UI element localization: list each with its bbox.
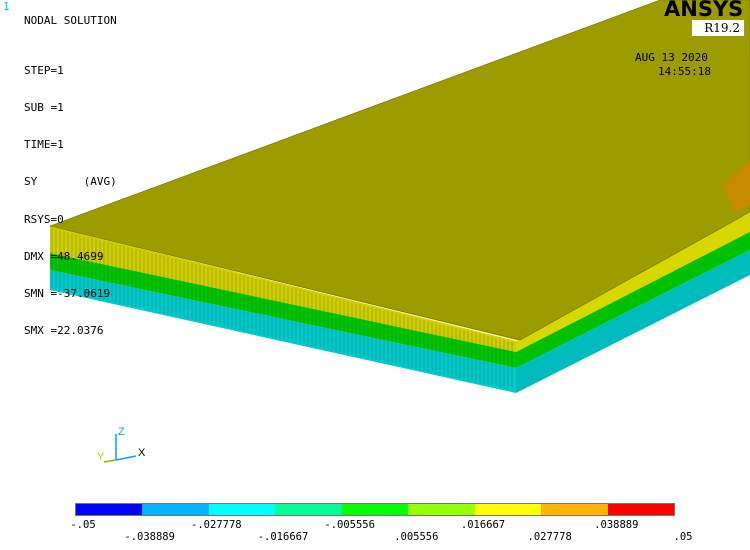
legend-color-segment (142, 504, 209, 515)
legend-color-segment (341, 504, 409, 515)
legend-color-segment (474, 504, 542, 515)
legend-tick-label: .05 (673, 531, 693, 543)
time-label: 14:55:18 (658, 65, 711, 78)
solution-info: STEP=1 SUB =1 TIME=1 SY (AVG) RSYS=0 DMX… (24, 40, 117, 363)
legend-color-segment (275, 504, 342, 515)
legend-color-segment (208, 504, 276, 515)
contour-legend-bar (75, 503, 675, 516)
legend-color-segment (607, 504, 674, 515)
legend-tick-label: -.027778 (191, 519, 242, 531)
legend-tick-label: .027778 (527, 531, 572, 543)
info-line: SY (AVG) (24, 175, 117, 189)
triad-y-label: Y (97, 451, 105, 463)
info-line: DMX =48.4699 (24, 249, 104, 263)
info-line: SMX =22.0376 (24, 324, 104, 338)
info-line: TIME=1 (24, 138, 64, 152)
info-line: SMN =-37.0619 (24, 287, 111, 301)
triad-z-label: Z (118, 426, 125, 438)
date-label: AUG 13 2020 (635, 51, 708, 64)
info-line: SUB =1 (24, 101, 64, 115)
ansys-graphics-window: 1 NODAL SOLUTION STEP=1 SUB =1 TIME=1 SY… (0, 0, 750, 550)
x-axis-line (115, 455, 137, 461)
triad-x-label: X (138, 447, 146, 459)
legend-tick-label: -.016667 (257, 531, 309, 543)
legend-tick-label: .016667 (460, 519, 506, 531)
legend-tick-label: -.038889 (124, 531, 175, 543)
window-number: 1 (3, 0, 10, 13)
version-badge: R19.2 (692, 20, 744, 36)
legend-tick-label: .005556 (394, 531, 439, 543)
legend-color-segment (76, 504, 143, 515)
info-line: STEP=1 (24, 63, 64, 77)
legend-tick-label: -.005556 (324, 519, 375, 531)
legend-tick-label: -.05 (70, 519, 96, 531)
ansys-logo: ANSYS (664, 0, 744, 21)
plot-title: NODAL SOLUTION (24, 14, 117, 27)
info-line: RSYS=0 (24, 212, 64, 226)
legend-color-segment (541, 504, 608, 515)
legend-color-segment (408, 504, 475, 515)
y-axis-line (103, 459, 117, 463)
legend-tick-label: .038889 (594, 519, 639, 531)
version-label: R19.2 (704, 21, 740, 35)
